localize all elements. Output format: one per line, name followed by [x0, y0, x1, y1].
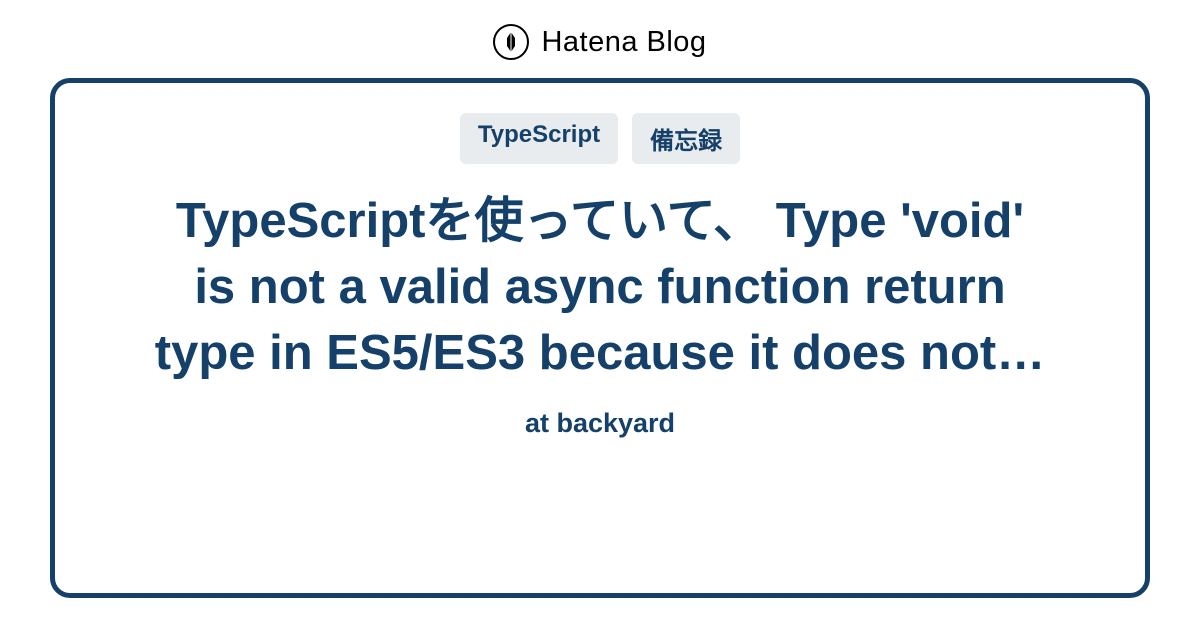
- article-title: TypeScriptを使っていて、 Type 'void' is not a v…: [150, 188, 1050, 386]
- article-card: TypeScript 備忘録 TypeScriptを使っていて、 Type 'v…: [50, 78, 1150, 598]
- brand-name: Hatena Blog: [541, 26, 706, 59]
- tag-item[interactable]: 備忘録: [632, 113, 740, 164]
- tag-item[interactable]: TypeScript: [460, 113, 618, 164]
- brand-header: Hatena Blog: [493, 0, 706, 78]
- blog-name: at backyard: [525, 408, 675, 439]
- tag-list: TypeScript 備忘録: [460, 113, 740, 164]
- hatena-logo-icon: [493, 24, 529, 60]
